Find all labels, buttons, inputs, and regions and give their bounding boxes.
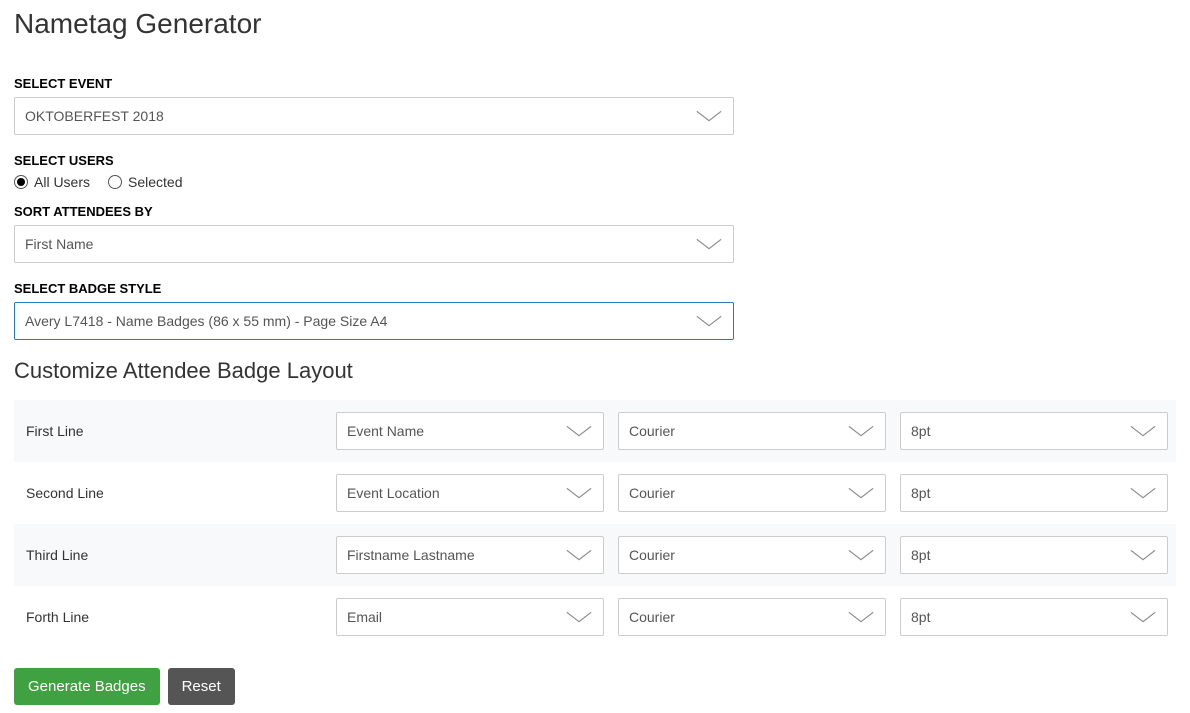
select-event-dropdown[interactable]: OKTOBERFEST 2018	[14, 97, 734, 135]
line-content-dropdown[interactable]: Firstname Lastname	[336, 536, 604, 574]
radio-selected-users[interactable]: Selected	[108, 174, 182, 190]
sort-attendees-dropdown[interactable]: First Name	[14, 225, 734, 263]
chevron-down-icon	[1129, 609, 1157, 625]
select-badge-style-value: Avery L7418 - Name Badges (86 x 55 mm) -…	[25, 313, 387, 329]
chevron-down-icon	[1129, 485, 1157, 501]
line-font-dropdown[interactable]: Courier	[618, 474, 886, 512]
sort-attendees-label: SORT ATTENDEES BY	[14, 204, 1176, 219]
line-content-value: Event Name	[347, 423, 424, 439]
select-badge-style-label: SELECT BADGE STYLE	[14, 281, 1176, 296]
chevron-down-icon	[847, 609, 875, 625]
radio-icon	[14, 175, 28, 189]
layout-row: Second Line Event Location Courier 8pt	[14, 462, 1176, 524]
chevron-down-icon	[565, 547, 593, 563]
row-label: Forth Line	[22, 609, 322, 625]
layout-row: Forth Line Email Courier 8pt	[14, 586, 1176, 648]
line-size-value: 8pt	[911, 547, 930, 563]
chevron-down-icon	[695, 236, 723, 252]
chevron-down-icon	[565, 423, 593, 439]
row-label: First Line	[22, 423, 322, 439]
chevron-down-icon	[847, 547, 875, 563]
row-label: Second Line	[22, 485, 322, 501]
chevron-down-icon	[695, 313, 723, 329]
select-badge-style-dropdown[interactable]: Avery L7418 - Name Badges (86 x 55 mm) -…	[14, 302, 734, 340]
line-size-value: 8pt	[911, 609, 930, 625]
line-font-dropdown[interactable]: Courier	[618, 412, 886, 450]
chevron-down-icon	[847, 423, 875, 439]
radio-all-users[interactable]: All Users	[14, 174, 90, 190]
generate-badges-button[interactable]: Generate Badges	[14, 668, 160, 705]
line-font-dropdown[interactable]: Courier	[618, 536, 886, 574]
select-users-label: SELECT USERS	[14, 153, 1176, 168]
page-title: Nametag Generator	[14, 8, 1176, 40]
row-label: Third Line	[22, 547, 322, 563]
line-size-dropdown[interactable]: 8pt	[900, 536, 1168, 574]
select-event-value: OKTOBERFEST 2018	[25, 108, 164, 124]
select-event-label: SELECT EVENT	[14, 76, 1176, 91]
line-content-dropdown[interactable]: Event Location	[336, 474, 604, 512]
line-font-value: Courier	[629, 547, 675, 563]
line-size-dropdown[interactable]: 8pt	[900, 474, 1168, 512]
chevron-down-icon	[565, 609, 593, 625]
line-font-value: Courier	[629, 485, 675, 501]
line-content-value: Event Location	[347, 485, 440, 501]
chevron-down-icon	[847, 485, 875, 501]
chevron-down-icon	[565, 485, 593, 501]
reset-button[interactable]: Reset	[168, 668, 235, 705]
chevron-down-icon	[1129, 547, 1157, 563]
line-font-value: Courier	[629, 609, 675, 625]
line-font-value: Courier	[629, 423, 675, 439]
chevron-down-icon	[695, 108, 723, 124]
line-size-value: 8pt	[911, 423, 930, 439]
radio-all-users-label: All Users	[34, 174, 90, 190]
layout-row: Third Line Firstname Lastname Courier 8p…	[14, 524, 1176, 586]
radio-icon	[108, 175, 122, 189]
sort-attendees-value: First Name	[25, 236, 93, 252]
customize-heading: Customize Attendee Badge Layout	[14, 358, 1176, 384]
radio-selected-users-label: Selected	[128, 174, 182, 190]
chevron-down-icon	[1129, 423, 1157, 439]
line-size-value: 8pt	[911, 485, 930, 501]
line-content-dropdown[interactable]: Event Name	[336, 412, 604, 450]
line-size-dropdown[interactable]: 8pt	[900, 598, 1168, 636]
line-content-dropdown[interactable]: Email	[336, 598, 604, 636]
layout-grid: First Line Event Name Courier 8pt Second…	[14, 400, 1176, 648]
line-font-dropdown[interactable]: Courier	[618, 598, 886, 636]
line-content-value: Firstname Lastname	[347, 547, 475, 563]
layout-row: First Line Event Name Courier 8pt	[14, 400, 1176, 462]
line-size-dropdown[interactable]: 8pt	[900, 412, 1168, 450]
line-content-value: Email	[347, 609, 382, 625]
